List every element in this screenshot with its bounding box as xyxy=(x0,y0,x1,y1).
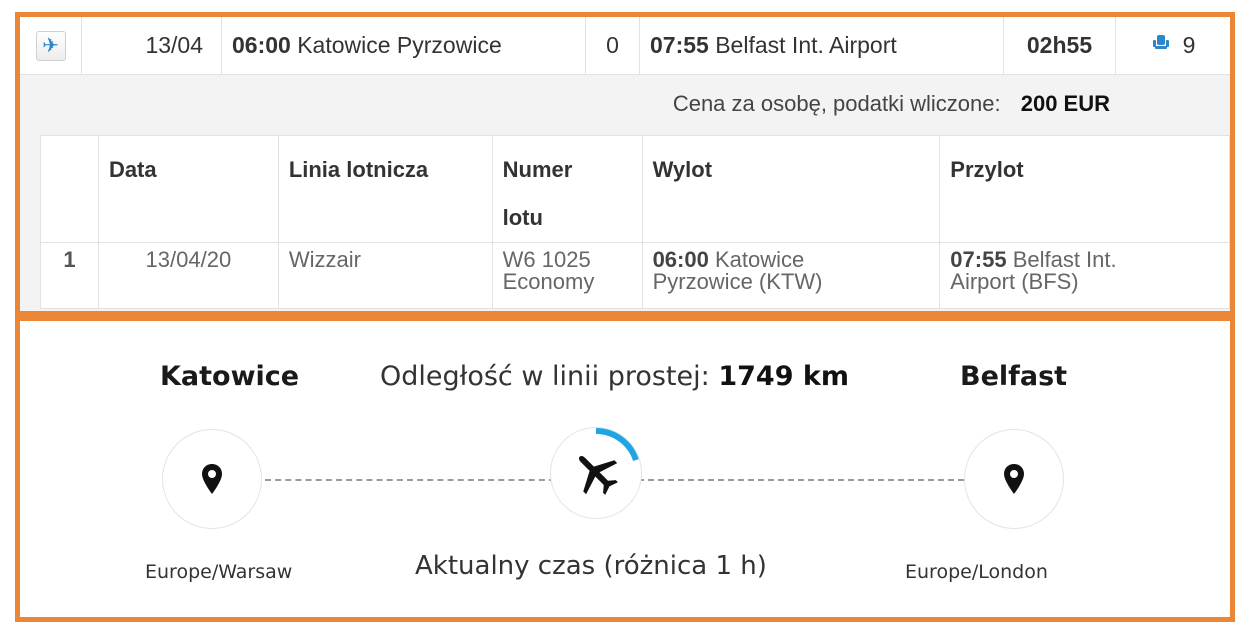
to-city: Belfast xyxy=(960,361,1068,392)
header-flight-number-line1: Numer xyxy=(502,157,573,182)
map-pin-icon xyxy=(1004,464,1024,494)
to-timezone: Europe/London xyxy=(905,561,1048,583)
flight-details-panel: ✈ 13/04 06:00 Katowice Pyrzowice 0 07:55… xyxy=(15,12,1235,316)
header-flight-number: Numer lotu xyxy=(491,135,643,243)
summary-stops: 0 xyxy=(586,17,640,74)
summary-arrival: 07:55 Belfast Int. Airport xyxy=(640,17,1004,74)
flight-progress xyxy=(550,427,642,519)
seats-count: 9 xyxy=(1182,32,1196,58)
price-label: Cena za osobę, podatki wliczone: xyxy=(672,91,1001,116)
summary-seats: 9 xyxy=(1116,17,1230,74)
header-arrival: Przylot xyxy=(939,135,1230,243)
summary-departure: 06:00 Katowice Pyrzowice xyxy=(222,17,586,74)
plane-icon[interactable]: ✈ xyxy=(35,30,66,61)
from-city: Katowice xyxy=(160,361,300,392)
route-line-left xyxy=(265,479,555,481)
distance-value: 1749 km xyxy=(718,361,849,392)
summary-departure-time: 06:00 xyxy=(232,32,291,58)
row-index: 1 xyxy=(40,242,99,309)
seat-icon xyxy=(1151,33,1171,59)
table-row: 1 13/04/20 Wizzair W6 1025 Economy 06:00… xyxy=(40,242,1230,309)
row-flight-number: W6 1025 Economy xyxy=(491,242,643,309)
origin-marker xyxy=(162,429,262,529)
summary-duration: 02h55 xyxy=(1004,17,1116,74)
map-pin-icon xyxy=(202,464,222,494)
row-dep-airport: Pyrzowice (KTW) xyxy=(652,269,823,294)
from-timezone: Europe/Warsaw xyxy=(145,561,293,583)
header-index xyxy=(40,135,99,243)
airplane-icon xyxy=(579,456,618,495)
summary-date: 13/04 xyxy=(82,17,222,74)
summary-arrival-time: 07:55 xyxy=(650,32,709,58)
route-panel: Katowice Odległość w linii prostej: 1749… xyxy=(15,316,1235,622)
flight-summary-row[interactable]: ✈ 13/04 06:00 Katowice Pyrzowice 0 07:55… xyxy=(20,17,1230,75)
row-date: 13/04/20 xyxy=(97,242,279,309)
header-departure: Wylot xyxy=(641,135,941,243)
price-line: Cena za osobę, podatki wliczone: 200 EUR xyxy=(673,91,1110,117)
flight-segments-table: Data Linia lotnicza Numer lotu Wylot Prz… xyxy=(40,135,1230,309)
summary-departure-airport: Katowice Pyrzowice xyxy=(297,32,502,58)
summary-arrival-airport: Belfast Int. Airport xyxy=(715,32,897,58)
header-flight-number-line2: lotu xyxy=(502,205,543,230)
row-cabin: Economy xyxy=(502,269,595,294)
header-date: Data xyxy=(97,135,279,243)
distance: Odległość w linii prostej: 1749 km xyxy=(380,361,849,392)
flight-type-cell: ✈ xyxy=(20,17,82,74)
price-value: 200 EUR xyxy=(1020,91,1110,116)
row-arr-airport: Airport (BFS) xyxy=(950,269,1079,294)
table-header-row: Data Linia lotnicza Numer lotu Wylot Prz… xyxy=(40,135,1230,243)
row-arrival: 07:55 Belfast Int. Airport (BFS) xyxy=(939,242,1230,309)
current-time-label: Aktualny czas (różnica 1 h) xyxy=(415,551,767,581)
destination-marker xyxy=(964,429,1064,529)
row-departure: 06:00 Katowice Pyrzowice (KTW) xyxy=(641,242,941,309)
row-airline: Wizzair xyxy=(277,242,493,309)
distance-label: Odległość w linii prostej: xyxy=(380,361,710,392)
route-line-right xyxy=(638,479,964,481)
header-airline: Linia lotnicza xyxy=(277,135,493,243)
